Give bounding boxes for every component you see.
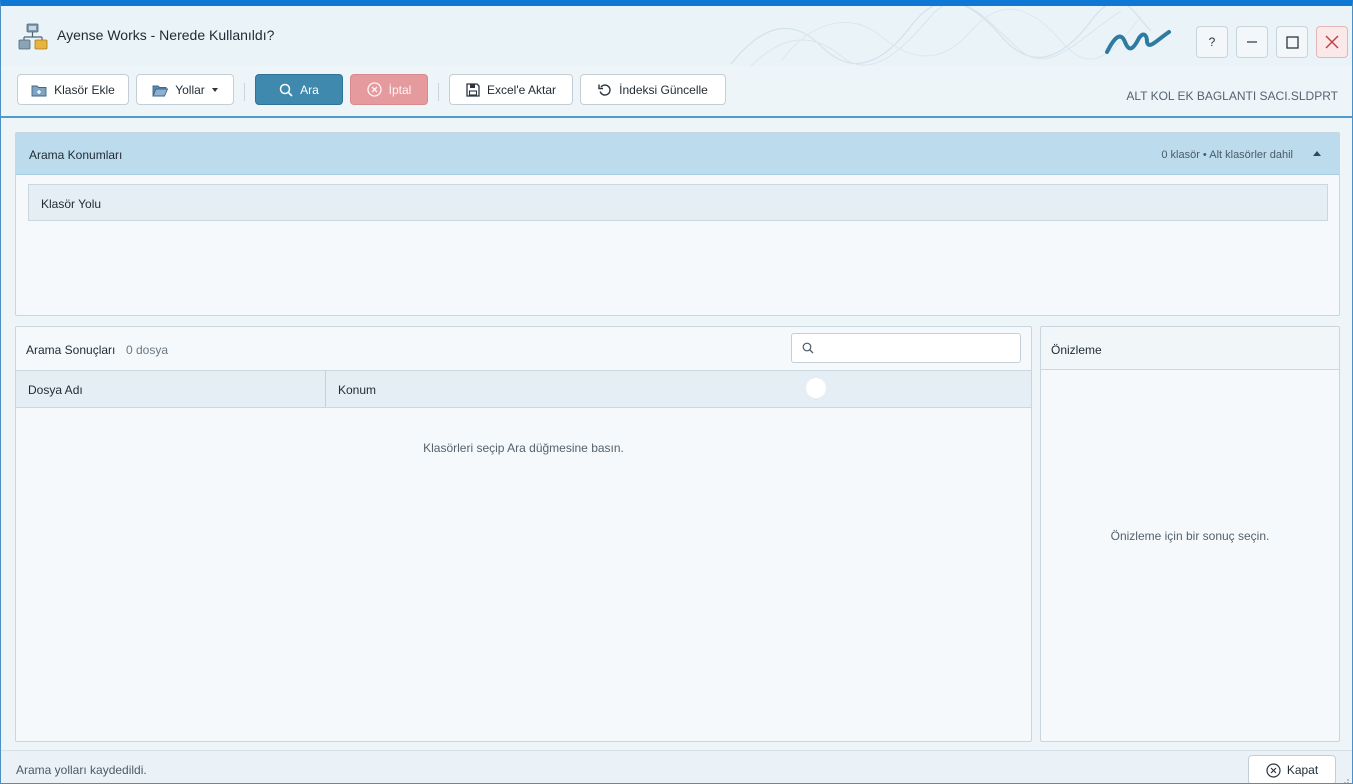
status-bar: Arama yolları kaydedildi. Kapat bbox=[1, 750, 1352, 784]
refresh-icon bbox=[598, 83, 611, 96]
folder-path-column-header[interactable]: Klasör Yolu bbox=[28, 184, 1328, 221]
paths-label: Yollar bbox=[175, 82, 205, 97]
maximize-icon bbox=[1285, 35, 1299, 49]
close-window-button[interactable] bbox=[1316, 26, 1348, 58]
folder-plus-icon bbox=[31, 85, 47, 96]
cancel-circle-icon bbox=[367, 82, 382, 97]
location-column-header[interactable]: Konum bbox=[326, 371, 1031, 407]
preview-empty-message: Önizleme için bir sonuç seçin. bbox=[1110, 529, 1270, 543]
toolbar-separator bbox=[438, 83, 439, 101]
update-index-button[interactable]: İndeksi Güncelle bbox=[580, 74, 726, 105]
close-circle-icon bbox=[1266, 762, 1281, 778]
close-button[interactable]: Kapat bbox=[1248, 755, 1336, 783]
add-folder-button[interactable]: Klasör Ekle bbox=[17, 74, 129, 105]
help-button[interactable]: ? bbox=[1196, 26, 1228, 58]
resize-grip-icon[interactable] bbox=[1340, 778, 1350, 784]
add-folder-label: Klasör Ekle bbox=[54, 82, 115, 97]
results-search-input[interactable] bbox=[822, 338, 1012, 358]
search-results-count: 0 dosya bbox=[126, 343, 169, 357]
search-locations-header[interactable]: Arama Konumları 0 klasör • Alt klasörler… bbox=[16, 133, 1339, 175]
update-index-label: İndeksi Güncelle bbox=[619, 82, 708, 97]
help-icon: ? bbox=[1208, 35, 1216, 49]
folder-open-icon bbox=[152, 85, 169, 96]
location-column-label: Konum bbox=[338, 383, 377, 397]
file-name-column-label: Dosya Adı bbox=[28, 383, 83, 397]
network-folders-icon bbox=[18, 23, 48, 50]
cancel-button-label: İptal bbox=[388, 82, 412, 97]
search-locations-title: Arama Konumları bbox=[29, 148, 123, 162]
export-excel-label: Excel'e Aktar bbox=[487, 82, 556, 97]
results-column-header-row: Dosya Adı Konum bbox=[16, 370, 1031, 408]
export-excel-button[interactable]: Excel'e Aktar bbox=[449, 74, 573, 105]
cancel-button[interactable]: İptal bbox=[350, 74, 428, 105]
paths-dropdown-button[interactable]: Yollar bbox=[136, 74, 234, 105]
save-disk-icon bbox=[466, 82, 480, 97]
close-icon bbox=[1325, 35, 1339, 49]
search-icon bbox=[279, 83, 293, 97]
file-name-column-header[interactable]: Dosya Adı bbox=[16, 371, 326, 407]
title-bar[interactable]: Ayense Works - Nerede Kullanıldı? ? bbox=[1, 6, 1352, 66]
search-locations-summary: 0 klasör • Alt klasörler dahil bbox=[1161, 149, 1293, 161]
brand-logo-icon bbox=[1105, 30, 1171, 54]
column-resize-handle[interactable] bbox=[806, 378, 826, 398]
results-search-box[interactable] bbox=[791, 333, 1021, 363]
preview-header: Önizleme bbox=[1041, 327, 1339, 370]
search-button[interactable]: Ara bbox=[255, 74, 343, 105]
app-window: Ayense Works - Nerede Kullanıldı? ? Klas… bbox=[0, 0, 1353, 784]
window-title: Ayense Works - Nerede Kullanıldı? bbox=[57, 27, 275, 43]
status-text: Arama yolları kaydedildi. bbox=[16, 763, 147, 777]
minimize-icon bbox=[1247, 41, 1257, 43]
maximize-button[interactable] bbox=[1276, 26, 1308, 58]
search-results-panel: Arama Sonuçları 0 dosya Dosya Adı Konum … bbox=[15, 326, 1032, 742]
toolbar: Klasör Ekle Yollar Ara İptal Excel'e Akt… bbox=[1, 66, 1352, 118]
collapse-caret-icon[interactable] bbox=[1313, 151, 1321, 156]
preview-title: Önizleme bbox=[1051, 343, 1102, 357]
results-empty-message: Klasörleri seçip Ara düğmesine basın. bbox=[423, 441, 624, 455]
search-locations-panel: Arama Konumları 0 klasör • Alt klasörler… bbox=[15, 132, 1340, 316]
decorative-scribble bbox=[730, 6, 1151, 66]
current-file-name: ALT KOL EK BAGLANTI SACI.SLDPRT bbox=[1126, 89, 1338, 103]
preview-panel: Önizleme Önizleme için bir sonuç seçin. bbox=[1040, 326, 1340, 742]
minimize-button[interactable] bbox=[1236, 26, 1268, 58]
search-icon bbox=[802, 342, 814, 354]
search-button-label: Ara bbox=[300, 82, 319, 97]
search-results-title: Arama Sonuçları bbox=[26, 343, 116, 357]
toolbar-separator bbox=[244, 83, 245, 101]
folder-path-column-label: Klasör Yolu bbox=[41, 197, 102, 211]
chevron-down-icon bbox=[211, 87, 218, 92]
close-button-label: Kapat bbox=[1286, 763, 1319, 777]
